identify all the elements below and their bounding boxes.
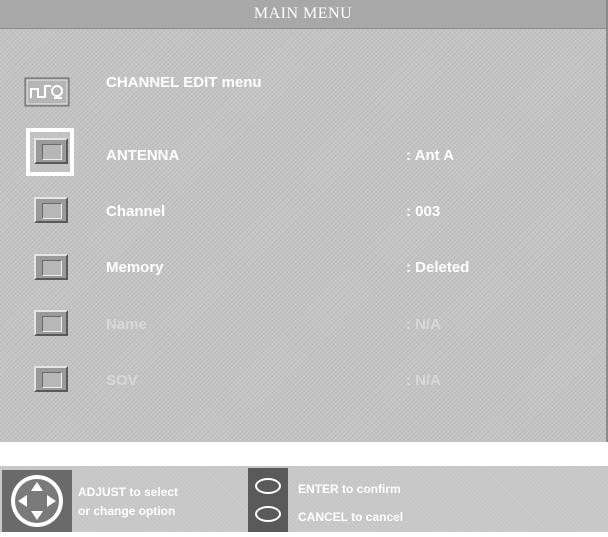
menu-item-label: Memory (106, 259, 164, 276)
menu-item-label: ANTENNA (106, 147, 180, 164)
channel-edit-icon (24, 77, 70, 107)
window-title: MAIN MENU (253, 5, 353, 22)
menu-item-value: : N/A (406, 372, 441, 389)
cancel-hint: CANCEL to cancel (298, 510, 404, 524)
adjust-hint-line1: ADJUST to select (78, 485, 179, 499)
memory-item-icon (34, 254, 68, 280)
menu-heading: CHANNEL EDIT menu (106, 74, 262, 91)
sov-item-icon (34, 366, 68, 392)
name-item-icon (34, 310, 68, 336)
menu-item-label: Name (106, 316, 147, 333)
menu-item-label: Channel (106, 203, 166, 220)
adjust-hint-line2: or change option (78, 504, 176, 518)
menu-item-label: SOV (106, 372, 138, 389)
menu-item-value: : 003 (406, 203, 441, 220)
antenna-item-icon (34, 138, 68, 164)
menu-item-value: : Deleted (406, 259, 470, 276)
menu-item-value: : N/A (406, 316, 441, 333)
help-footer: ADJUST to select or change option ENTER … (0, 466, 608, 532)
button-pad (248, 468, 288, 532)
enter-hint: ENTER to confirm (298, 482, 401, 496)
menu-item-value: : Ant A (406, 147, 455, 164)
channel-item-icon (34, 197, 68, 223)
cancel-button-icon (255, 506, 281, 522)
dpad-icon (2, 470, 72, 532)
main-menu-screen: MAIN MENU CHANNEL EDIT menu ANTENNA : An… (0, 0, 608, 442)
enter-button-icon (255, 478, 281, 494)
title-bar: MAIN MENU (0, 0, 606, 29)
